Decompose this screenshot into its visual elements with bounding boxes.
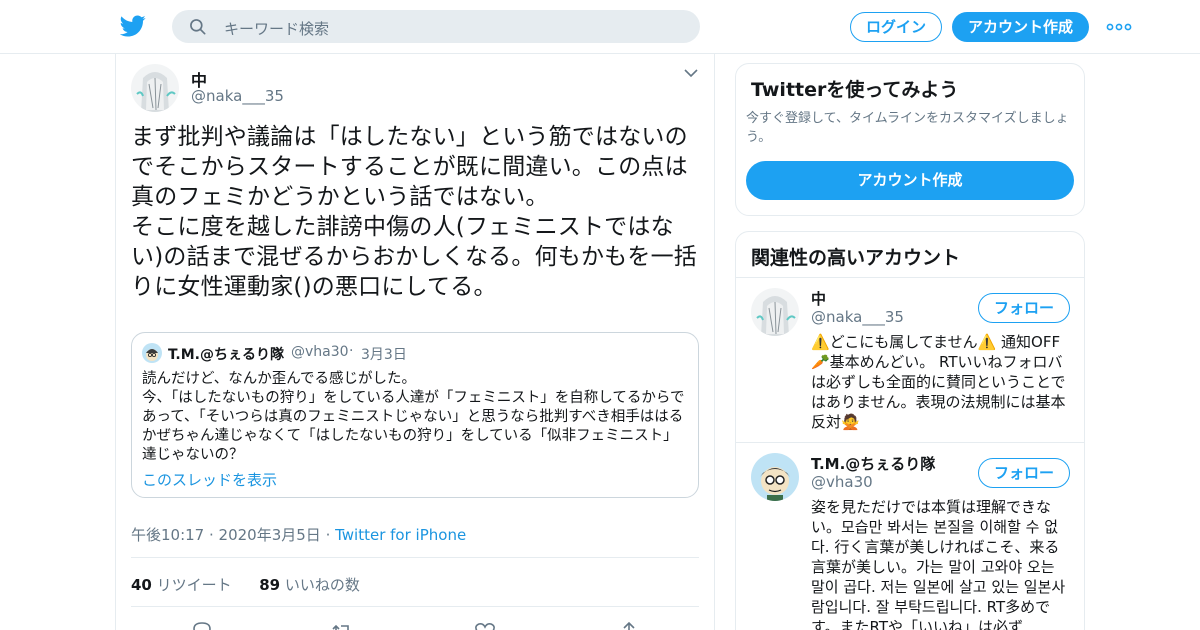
tweet-column: 中 @naka___35 まず批判や議論は「はしたない」という筋ではないのでそこ… (115, 54, 715, 630)
tweet-meta: 午後10:17 · 2020年3月5日 · Twitter for iPhone (131, 524, 466, 545)
related-accounts-title: 関連性の高いアカウント (751, 247, 961, 269)
like-label[interactable]: いいねの数 (285, 576, 360, 594)
tweet-timestamp[interactable]: 午後10:17 · 2020年3月5日 (131, 526, 321, 544)
signup-card-description: 今すぐ登録して、タイムラインをカスタマイズしましょう。 (746, 111, 1069, 145)
search-box[interactable]: キーワード検索 (172, 10, 700, 43)
account-handle[interactable]: @naka___35 (811, 308, 904, 326)
account-bio: 姿を見ただけでは本質は理解できない。모습만 봐서는 본질을 이해할 수 없다. … (811, 498, 1066, 630)
avatar-illustration-icon (751, 453, 799, 501)
quoted-author-handle: @vha30 (291, 344, 349, 360)
retweet-count[interactable]: 40 (131, 576, 152, 594)
related-accounts-card: 関連性の高いアカウント 中 @naka___35 フォロー ⚠️どこにも属してま… (735, 231, 1085, 630)
quoted-date: 3月3日 (361, 347, 407, 363)
quoted-text: 読んだけど、なんか歪んでる感じがした。 今、「はしたないもの狩り」をしている人達… (142, 371, 685, 463)
avatar[interactable] (131, 64, 179, 112)
top-bar: キーワード検索 ログイン アカウント作成 (0, 0, 1200, 54)
follow-button[interactable]: フォロー (978, 293, 1070, 323)
tweet-source-link[interactable]: Twitter for iPhone (335, 526, 466, 544)
divider (131, 606, 699, 607)
signup-card-title: Twitterを使ってみよう (751, 79, 959, 101)
avatar[interactable] (751, 288, 799, 336)
quoted-author-name: T.M.@ちぇるり隊 (168, 347, 284, 363)
avatar-illustration-icon (751, 288, 799, 336)
account-name[interactable]: 中 (811, 288, 826, 309)
heart-icon[interactable] (474, 620, 496, 630)
follow-button[interactable]: フォロー (978, 458, 1070, 488)
avatar-illustration-icon (142, 343, 162, 363)
signup-card: Twitterを使ってみよう 今すぐ登録して、タイムラインをカスタマイズしましょ… (735, 63, 1085, 216)
retweet-icon[interactable] (331, 620, 353, 630)
tweet-author-handle[interactable]: @naka___35 (191, 87, 284, 105)
separator-dot: · (349, 343, 354, 359)
retweet-label[interactable]: リツイート (157, 576, 232, 594)
avatar (142, 343, 162, 363)
divider (736, 442, 1084, 443)
meta-separator: · (320, 526, 336, 544)
reply-icon[interactable] (191, 620, 213, 630)
divider (736, 277, 1084, 278)
divider (131, 557, 699, 558)
signup-card-button[interactable]: アカウント作成 (746, 161, 1074, 200)
chevron-down-icon[interactable] (684, 68, 698, 78)
account-name[interactable]: T.M.@ちぇるり隊 (811, 453, 935, 474)
tweet-stats: 40 リツイート 89 いいねの数 (131, 574, 360, 595)
account-bio: ⚠️どこにも属してません⚠️ 通知OFF🥕基本めんどい。 RTいいねフォロバは必… (811, 333, 1066, 431)
quoted-tweet[interactable]: T.M.@ちぇるり隊 @vha30 · 3月3日 読んだけど、なんか歪んでる感じ… (131, 332, 699, 498)
avatar[interactable] (751, 453, 799, 501)
login-button[interactable]: ログイン (850, 12, 942, 42)
like-count[interactable]: 89 (259, 576, 280, 594)
search-input[interactable]: キーワード検索 (224, 18, 329, 39)
twitter-bird-icon[interactable] (120, 13, 146, 39)
more-icon[interactable] (1106, 17, 1132, 37)
show-thread-link[interactable]: このスレッドを表示 (142, 469, 277, 490)
search-icon (190, 19, 206, 35)
account-handle[interactable]: @vha30 (811, 473, 873, 491)
signup-button[interactable]: アカウント作成 (952, 12, 1089, 42)
tweet-text: まず批判や議論は「はしたない」という筋ではないのでそこからスタートすることが既に… (131, 124, 697, 300)
avatar-illustration-icon (131, 64, 179, 112)
share-icon[interactable] (618, 620, 640, 630)
